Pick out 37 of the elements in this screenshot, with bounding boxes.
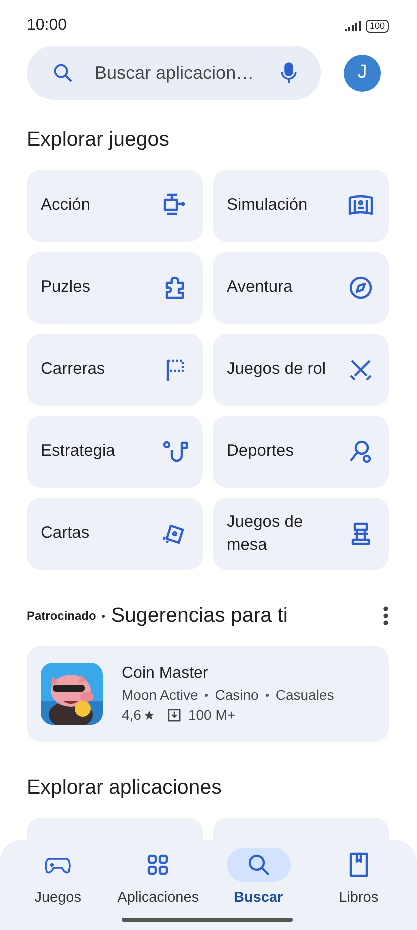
- star-icon: [144, 710, 156, 720]
- nav-tab[interactable]: Juegos: [8, 848, 108, 930]
- search-field[interactable]: Buscar aplicacion…: [27, 46, 321, 100]
- app-name: Coin Master: [122, 665, 210, 683]
- category-card[interactable]: Estrategia: [27, 416, 203, 488]
- more-options-icon[interactable]: [383, 606, 389, 626]
- category-card[interactable]: Simulación: [213, 170, 389, 242]
- category-card[interactable]: Puzles: [27, 252, 203, 324]
- compass-icon: [347, 274, 375, 302]
- category-card[interactable]: Deportes: [213, 416, 389, 488]
- category-card[interactable]: Carreras: [27, 334, 203, 406]
- app-card[interactable]: Coin Master Moon Active Casino Casuales 4,6 100 M+: [27, 646, 389, 742]
- signal-icon: [344, 21, 361, 31]
- app-tag: Casino: [215, 687, 259, 703]
- separator-dot: [205, 694, 208, 696]
- status-time: 10:00: [27, 17, 68, 35]
- separator-dot: [266, 694, 269, 696]
- category-card[interactable]: Juegos de rol: [213, 334, 389, 406]
- nav-tab[interactable]: Libros: [308, 848, 409, 930]
- separator-dot: [102, 614, 106, 618]
- section-title: Sugerencias para ti: [111, 604, 289, 628]
- battery-level: 100: [366, 20, 389, 32]
- app-rating: 4,6: [122, 707, 142, 723]
- download-icon: [168, 708, 182, 722]
- category-card[interactable]: Juegos de mesa: [213, 498, 389, 570]
- sponsored-label: Patrocinado: [27, 609, 96, 623]
- account-avatar[interactable]: J: [344, 54, 381, 92]
- nav-tab[interactable]: Aplicaciones: [108, 848, 208, 930]
- app-developer: Moon Active: [122, 687, 198, 703]
- app-tag: Casuales: [276, 687, 334, 703]
- section-title: Explorar aplicaciones: [27, 776, 223, 800]
- category-card[interactable]: Cartas: [27, 498, 203, 570]
- category-card[interactable]: Acción: [27, 170, 203, 242]
- section-title: Explorar juegos: [27, 128, 170, 152]
- search-input[interactable]: Buscar aplicacion…: [95, 62, 257, 84]
- category-card[interactable]: Aventura: [213, 252, 389, 324]
- app-downloads: 100 M+: [188, 707, 236, 723]
